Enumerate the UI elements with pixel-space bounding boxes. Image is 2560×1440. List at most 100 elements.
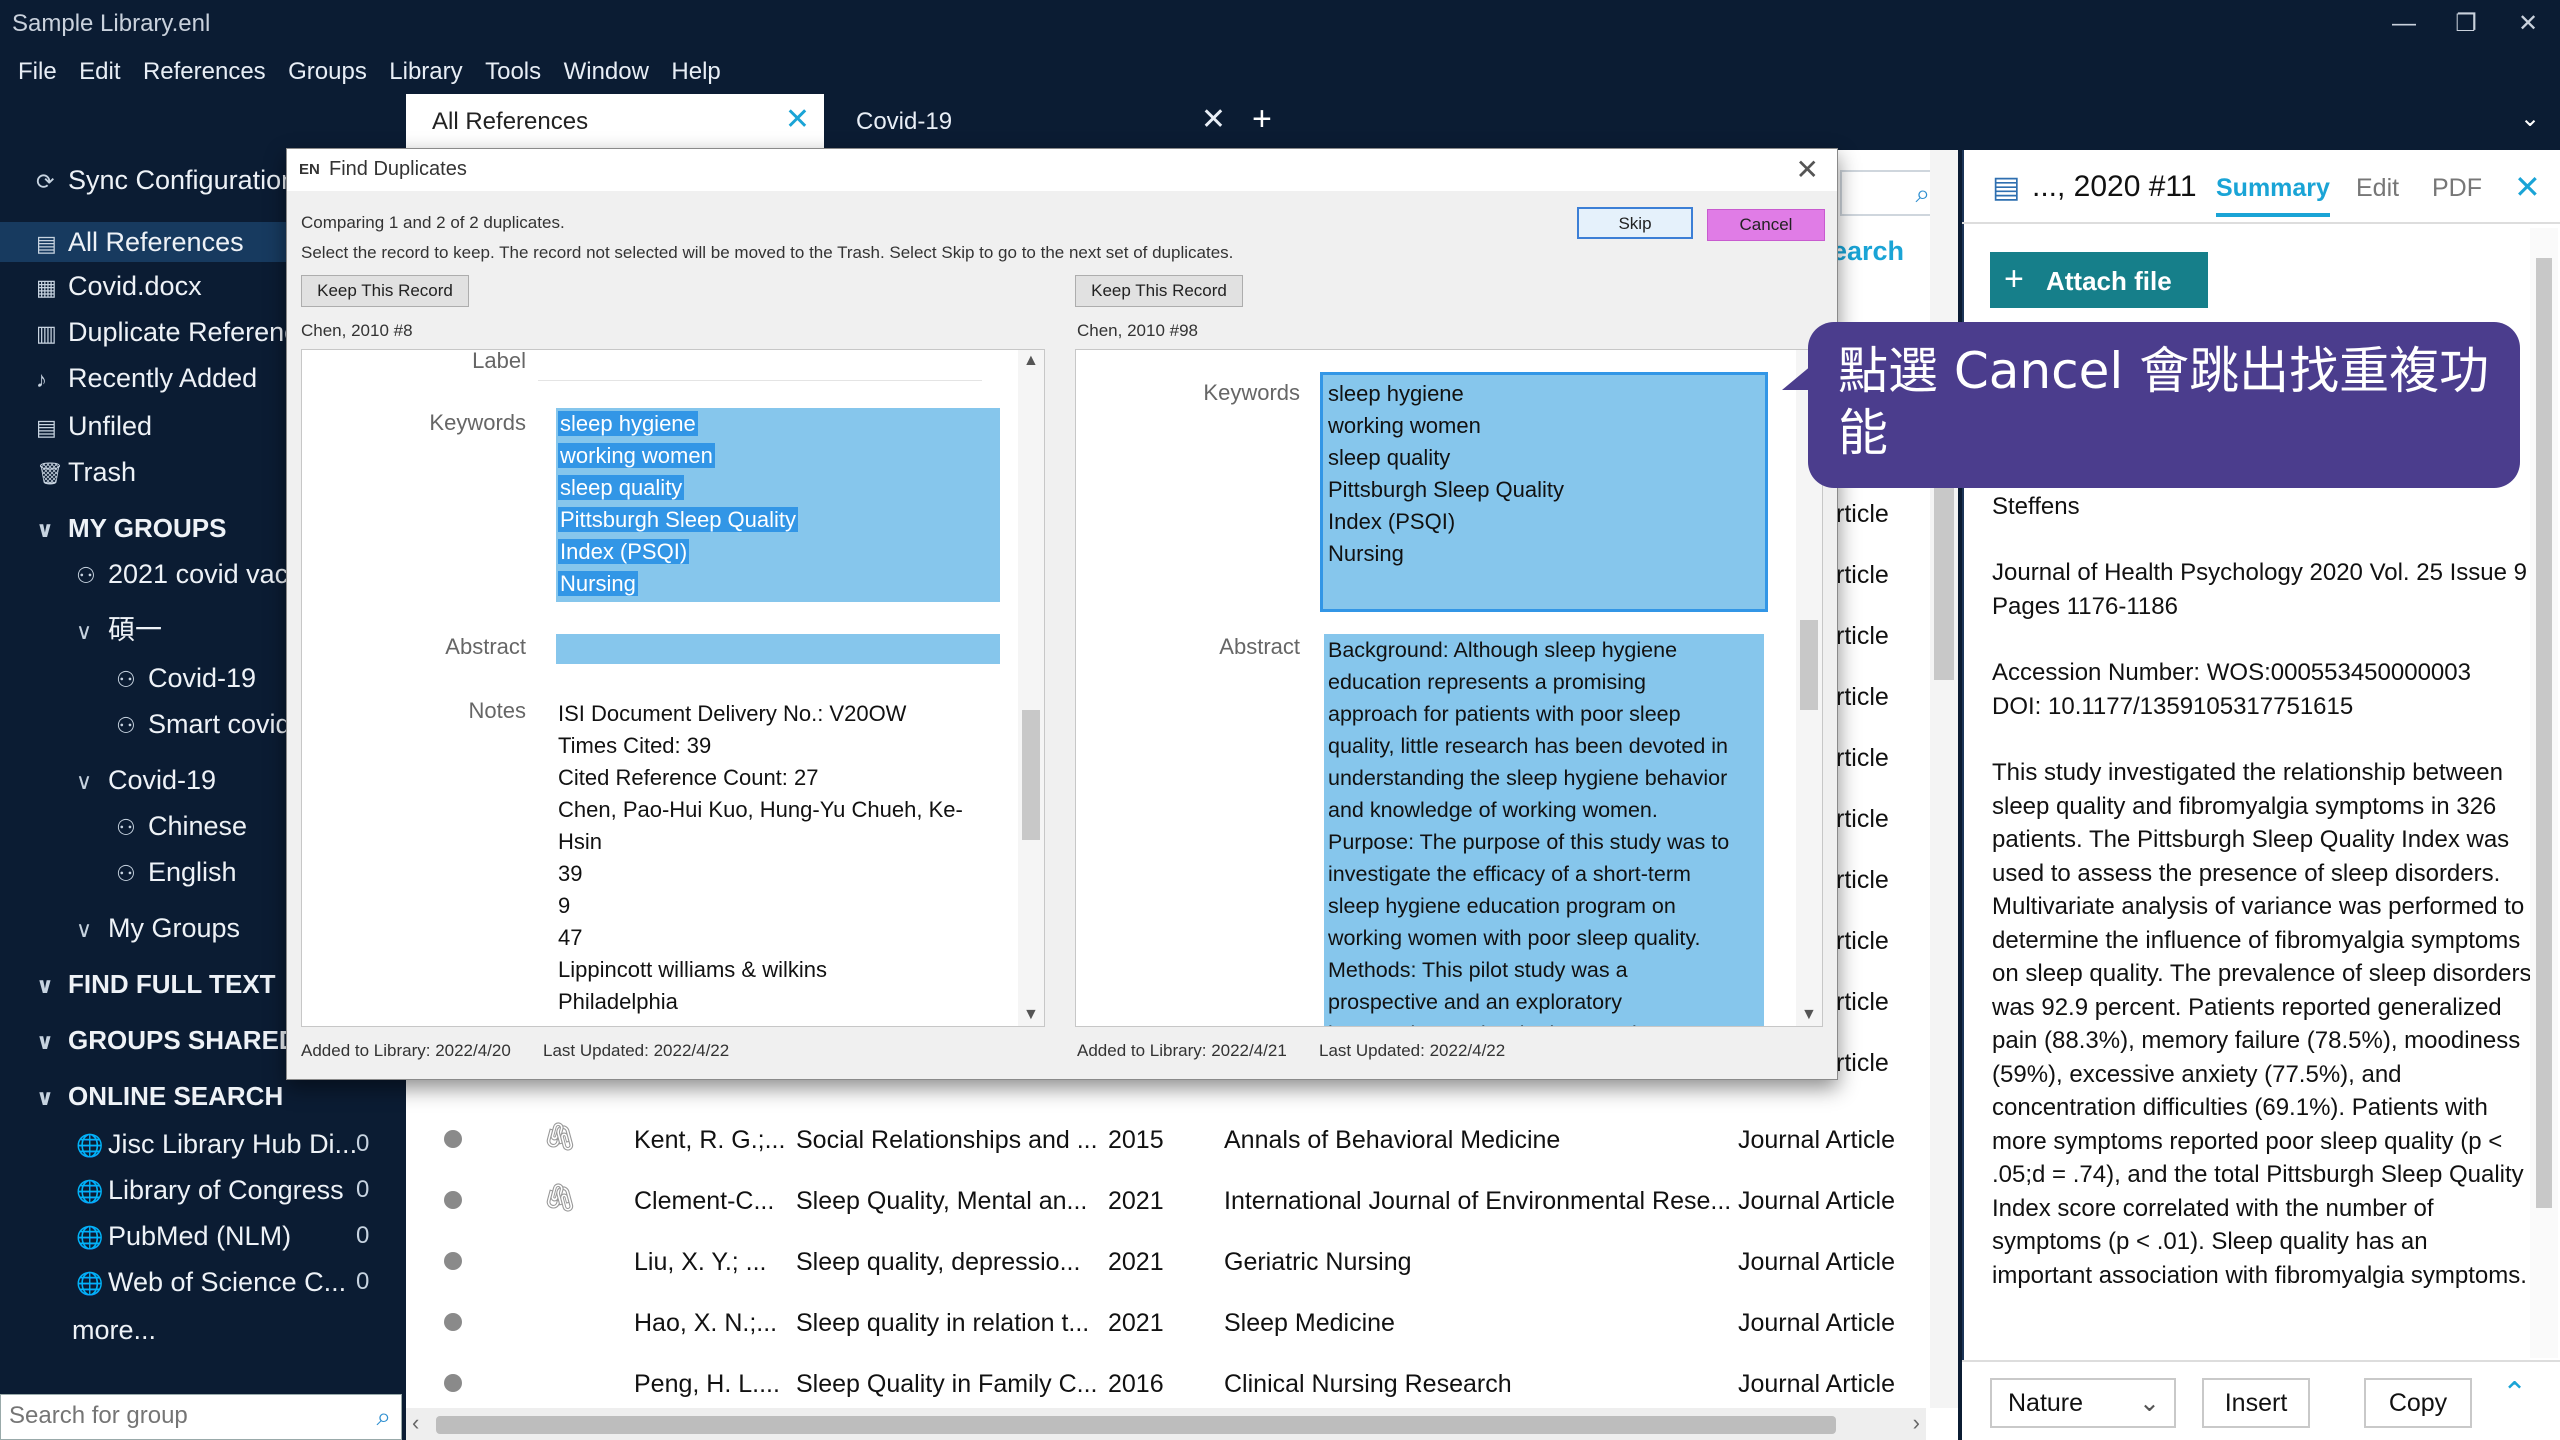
group-set-my-groups[interactable]: ∨ My Groups [76,908,240,948]
group-label: Smart covid [148,709,291,739]
notes-field[interactable]: ISI Document Delivery No.: V20OW Times C… [558,698,963,1018]
group-set-shuo-yi[interactable]: ∨ 碩一 [76,610,162,650]
type-cell: Journal Article [1738,1126,1896,1154]
sidebar-item-trash[interactable]: 🗑 Trash [36,452,136,492]
tab-summary[interactable]: Summary [2216,174,2330,217]
sync-label: Sync Configuration [68,165,297,195]
journal-cell: Clinical Nursing Research [1224,1370,1512,1398]
table-row[interactable]: 🖇 Kent, R. G.;... Social Relationships a… [406,1110,1958,1171]
section-label: GROUPS SHARED [68,1025,298,1055]
group-label: English [148,857,237,887]
abstract-field[interactable] [556,634,1000,664]
group-smart-covid[interactable]: ⚇ Smart covid [116,704,291,744]
list-horizontal-scrollbar[interactable]: ‹ › [406,1408,1926,1440]
group-english[interactable]: ⚇ English [116,852,237,892]
left-record-ref: Chen, 2010 #8 [301,321,413,340]
online-label: PubMed (NLM) [108,1221,292,1251]
close-window-button[interactable]: ✕ [2508,6,2548,42]
scroll-thumb[interactable] [436,1416,1836,1434]
menu-edit[interactable]: Edit [79,52,120,92]
library-search-input[interactable]: ⌕ [1840,170,1940,216]
scroll-down-icon[interactable]: ▼ [1801,1006,1817,1024]
tab-pdf[interactable]: PDF [2432,174,2482,203]
scroll-thumb[interactable] [1800,620,1818,710]
online-library-of-congress[interactable]: 🌐 Library of Congress 0 [76,1170,406,1210]
online-web-of-science[interactable]: 🌐 Web of Science C... 0 [76,1262,406,1302]
right-record-pane: Keywords sleep hygiene working women sle… [1075,349,1823,1027]
author-cell: Hao, X. N.;... [634,1309,778,1337]
search-link[interactable]: earch [1832,236,1904,267]
notes-line: 39 [558,861,583,886]
sidebar-item-duplicate-references[interactable]: ▥ Duplicate References [36,312,326,352]
type-cell: Journal Article [1738,1248,1896,1276]
menu-bar: File Edit References Groups Library Tool… [0,52,1000,92]
keywords-field[interactable]: sleep hygiene working women sleep qualit… [558,408,799,600]
menu-window[interactable]: Window [564,52,649,92]
new-tab-button[interactable]: + [1252,100,1272,139]
restore-button[interactable]: ❐ [2446,6,2486,42]
search-icon[interactable]: ⌕ [376,1401,391,1433]
panel-scrollbar[interactable] [2530,228,2558,1358]
chevron-down-icon[interactable]: ⌄ [2520,104,2540,133]
smart-group-icon: ⚇ [116,713,136,738]
scroll-down-icon[interactable]: ▼ [1023,1006,1039,1024]
cancel-button[interactable]: Cancel [1707,209,1825,241]
menu-library[interactable]: Library [389,52,462,92]
table-row[interactable]: Hao, X. N.;... Sleep quality in relation… [406,1293,1958,1354]
minimize-button[interactable]: — [2384,6,2424,42]
sidebar-item-recently-added[interactable]: ♪ Recently Added [36,358,257,398]
globe-icon: 🌐 [76,1133,104,1158]
group-chinese[interactable]: ⚇ Chinese [116,806,247,846]
group-set-covid-19[interactable]: ∨ Covid-19 [76,760,216,800]
notes-line: 47 [558,925,583,950]
sidebar-item-unfiled[interactable]: ▤ Unfiled [36,406,152,446]
skip-button[interactable]: Skip [1577,207,1693,239]
online-pubmed[interactable]: 🌐 PubMed (NLM) 0 [76,1216,406,1256]
close-icon[interactable]: ✕ [2514,168,2541,206]
table-row[interactable]: Liu, X. Y.; ... Sleep quality, depressio… [406,1232,1958,1293]
more-link[interactable]: more... [72,1310,156,1350]
menu-help[interactable]: Help [671,52,720,92]
menu-references[interactable]: References [143,52,266,92]
sidebar-item-covid-docx[interactable]: ▦ Covid.docx [36,266,202,306]
insert-button[interactable]: Insert [2202,1378,2310,1428]
copy-button[interactable]: Copy [2364,1378,2472,1428]
author-cell: Clement-C... [634,1187,775,1215]
left-pane-scrollbar[interactable]: ▲ ▼ [1018,350,1044,1026]
document-icon: ▤ [36,415,57,440]
scroll-left-icon[interactable]: ‹ [412,1410,419,1436]
comparing-status: Comparing 1 and 2 of 2 duplicates. [301,213,565,232]
keep-left-record-button[interactable]: Keep This Record [301,275,469,307]
scroll-right-icon[interactable]: › [1913,1410,1920,1436]
tab-edit[interactable]: Edit [2356,174,2399,203]
find-full-text-header[interactable]: ∨ FIND FULL TEXT [36,964,276,1004]
group-search-input[interactable] [1,1395,361,1437]
close-tab-icon[interactable]: ✕ [1201,102,1226,137]
chevron-up-icon[interactable]: ⌃ [2502,1376,2527,1411]
my-groups-header[interactable]: ∨ MY GROUPS [36,508,226,548]
abstract-field[interactable]: Background: Although sleep hygiene educa… [1328,634,1729,1026]
tab-covid-19[interactable]: Covid-19 ✕ [830,94,1240,148]
menu-file[interactable]: File [18,52,57,92]
tab-all-references[interactable]: All References ✕ [406,94,824,148]
menu-groups[interactable]: Groups [288,52,367,92]
sync-configuration[interactable]: ⟳ Sync Configuration [36,160,296,200]
keep-right-record-button[interactable]: Keep This Record [1075,275,1243,307]
read-status-icon [444,1252,462,1270]
globe-icon: 🌐 [76,1225,104,1250]
close-icon[interactable]: ✕ [1796,153,1819,186]
table-row[interactable]: Peng, H. L.... Sleep Quality in Family C… [406,1354,1958,1415]
scroll-thumb[interactable] [1022,710,1040,840]
online-search-header[interactable]: ∨ ONLINE SEARCH [36,1076,283,1116]
style-select[interactable]: Nature ⌄ [1990,1378,2176,1428]
attach-file-button[interactable]: + Attach file [1990,252,2208,308]
online-jisc[interactable]: 🌐 Jisc Library Hub Di... 0 [76,1124,406,1164]
menu-tools[interactable]: Tools [485,52,541,92]
table-row[interactable]: 🖇 Clement-C... Sleep Quality, Mental an.… [406,1171,1958,1232]
scroll-up-icon[interactable]: ▲ [1023,352,1039,370]
scroll-thumb[interactable] [2536,258,2552,1208]
close-tab-icon[interactable]: ✕ [785,102,810,137]
group-covid-19[interactable]: ⚇ Covid-19 [116,658,256,698]
groups-shared-header[interactable]: ∨ GROUPS SHARED [36,1020,298,1060]
scroll-thumb[interactable] [1934,480,1954,680]
